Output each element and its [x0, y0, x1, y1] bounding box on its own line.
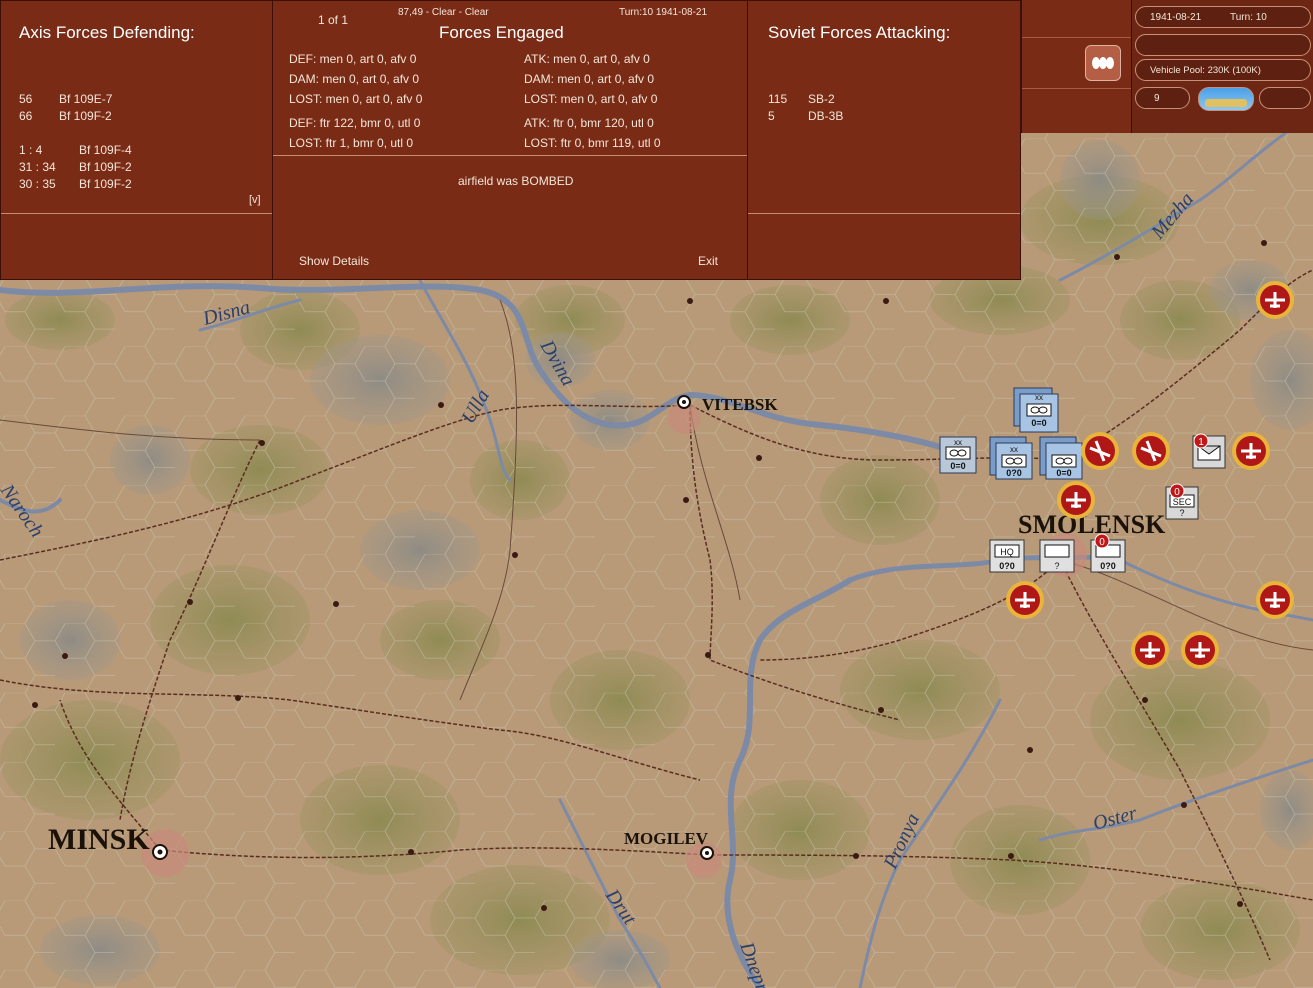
- unit-stack-4[interactable]: 0=0: [1039, 436, 1083, 480]
- def-line: DAM: men 0, art 0, afv 0: [289, 72, 420, 86]
- svg-text:0?0: 0?0: [1006, 468, 1022, 478]
- counter-display[interactable]: 9: [1135, 87, 1190, 109]
- defending-title: Axis Forces Defending:: [19, 23, 195, 42]
- atk-line: LOST: ftr 0, bmr 119, utl 0: [524, 136, 661, 150]
- hq-counter[interactable]: HQ 0?0: [989, 539, 1025, 573]
- turn-info: Turn:10 1941-08-21: [619, 7, 708, 18]
- svg-text:0?0: 0?0: [1100, 561, 1116, 571]
- def-line: DEF: men 0, art 0, afv 0: [289, 52, 417, 66]
- message-bar: [1135, 34, 1311, 56]
- svg-text:0=0: 0=0: [1056, 468, 1071, 478]
- loss-name: Bf 109F-4: [79, 143, 132, 157]
- date-turn-display: 1941-08-21 Turn: 10: [1135, 6, 1311, 28]
- unit-stack-3[interactable]: xx 0?0: [989, 436, 1033, 480]
- city-label-smolensk: SMOLENSK: [1018, 510, 1166, 539]
- def-line: LOST: men 0, art 0, afv 0: [289, 92, 423, 106]
- airbase-counter[interactable]: 0?0 0: [1090, 533, 1126, 573]
- city-label-minsk: MINSK: [48, 823, 150, 856]
- atk-line: ATK: ftr 0, bmr 120, utl 0: [524, 116, 654, 130]
- unit-counter-2[interactable]: xx 0=0: [939, 436, 977, 474]
- svg-text:0=0: 0=0: [1031, 418, 1046, 428]
- supply-counter[interactable]: 1: [1192, 433, 1226, 469]
- svg-text:0?0: 0?0: [999, 561, 1015, 571]
- unknown-counter[interactable]: ?: [1039, 539, 1075, 573]
- unit-stack-1[interactable]: xx 0=0: [1013, 387, 1059, 433]
- air-marker-9: [1181, 631, 1219, 669]
- loss-ratio: 31 : 34: [19, 160, 56, 174]
- defending-unit-name: Bf 109F-2: [59, 109, 112, 123]
- defending-unit-name: Bf 109E-7: [59, 92, 113, 106]
- svg-text:?: ?: [1054, 561, 1059, 571]
- attacking-unit-name: SB-2: [808, 92, 835, 106]
- air-marker-3: [1132, 432, 1170, 470]
- svg-text:0=0: 0=0: [950, 461, 965, 471]
- air-marker-4: [1232, 432, 1270, 470]
- turn-display: Turn: 10: [1230, 12, 1267, 23]
- def-line: LOST: ftr 1, bmr 0, utl 0: [289, 136, 414, 150]
- def-line: DEF: ftr 122, bmr 0, utl 0: [289, 116, 421, 130]
- sec-counter[interactable]: SEC ? 0: [1165, 483, 1199, 520]
- air-marker-8: [1131, 631, 1169, 669]
- defending-unit-row: 66: [19, 109, 33, 123]
- svg-text:xx: xx: [1035, 393, 1043, 402]
- air-marker-7: [1256, 581, 1294, 619]
- defending-unit-row: 56: [19, 92, 33, 106]
- svg-text:0: 0: [1099, 537, 1105, 548]
- exit-button[interactable]: Exit: [698, 254, 718, 268]
- atk-line: DAM: men 0, art 0, afv 0: [524, 72, 655, 86]
- attacking-unit-count: 115: [768, 92, 788, 106]
- attacking-unit-count: 5: [768, 109, 775, 123]
- loss-ratio: 30 : 35: [19, 177, 56, 191]
- air-marker-2: [1081, 432, 1119, 470]
- forces-engaged-panel: 1 of 1 87,49 - Clear - Clear Turn:10 194…: [272, 0, 748, 280]
- vehicle-pool: Vehicle Pool: 230K (100K): [1135, 59, 1311, 81]
- toolbar-strip: [1021, 0, 1132, 133]
- expand-list-button[interactable]: [v]: [249, 194, 261, 206]
- attacking-unit-name: DB-3B: [808, 109, 844, 123]
- loss-ratio: 1 : 4: [19, 143, 43, 157]
- combat-result: airfield was BOMBED: [458, 174, 574, 188]
- atk-line: LOST: men 0, art 0, afv 0: [524, 92, 658, 106]
- loss-name: Bf 109F-2: [79, 160, 132, 174]
- weather-clear-icon: [1205, 99, 1247, 107]
- svg-text:1: 1: [1198, 437, 1204, 448]
- date-display: 1941-08-21: [1150, 12, 1202, 23]
- soviet-attacking-panel: Soviet Forces Attacking: 115 SB-2 5 DB-3…: [747, 0, 1021, 280]
- city-label-vitebsk: VITEBSK: [702, 395, 778, 414]
- stack-icon[interactable]: [1085, 45, 1121, 81]
- status-panel: 1941-08-21 Turn: 10 Vehicle Pool: 230K (…: [1131, 0, 1313, 133]
- air-marker-5: [1057, 481, 1095, 519]
- svg-text:0: 0: [1174, 487, 1180, 498]
- atk-line: ATK: men 0, art 0, afv 0: [524, 52, 650, 66]
- engaged-title: Forces Engaged: [439, 23, 564, 42]
- air-marker-6: [1006, 581, 1044, 619]
- svg-text:xx: xx: [1010, 445, 1018, 454]
- show-details-button[interactable]: Show Details: [299, 254, 369, 268]
- page-indicator: 1 of 1: [318, 13, 349, 27]
- svg-text:xx: xx: [954, 438, 962, 447]
- extra-button[interactable]: [1259, 87, 1311, 109]
- axis-defending-panel: Axis Forces Defending: 56 Bf 109E-7 66 B…: [0, 0, 273, 280]
- air-marker-1: [1256, 281, 1294, 319]
- hex-info: 87,49 - Clear - Clear: [398, 7, 489, 18]
- svg-text:?: ?: [1179, 508, 1184, 518]
- svg-text:HQ: HQ: [1000, 547, 1014, 557]
- weather-button[interactable]: [1198, 87, 1254, 111]
- svg-text:SEC: SEC: [1173, 497, 1192, 507]
- city-label-mogilev: MOGILEV: [624, 829, 709, 848]
- attacking-title: Soviet Forces Attacking:: [768, 23, 951, 42]
- loss-name: Bf 109F-2: [79, 177, 132, 191]
